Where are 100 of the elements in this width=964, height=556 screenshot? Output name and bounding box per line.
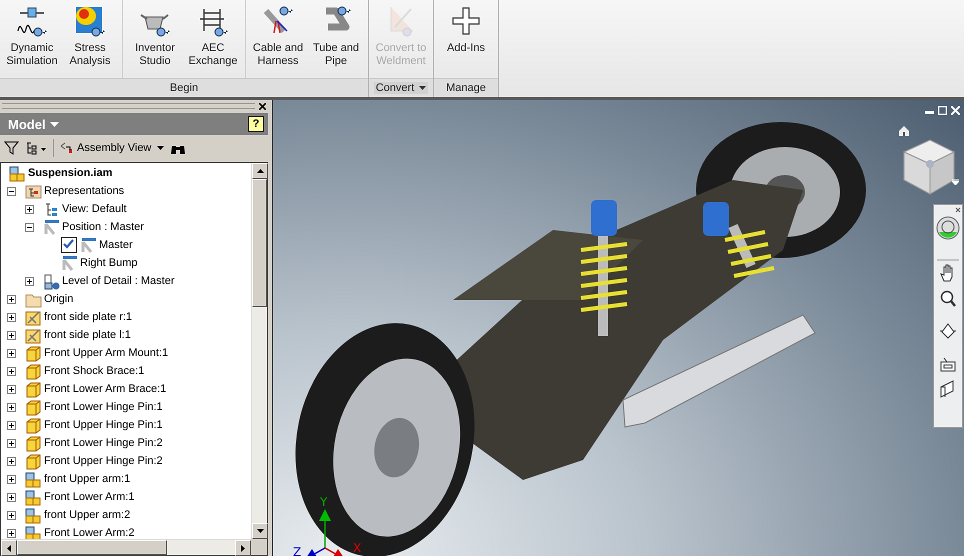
expand-button[interactable] bbox=[7, 366, 16, 376]
expand-button[interactable] bbox=[7, 420, 16, 430]
tree-item[interactable]: front side plate l:1 bbox=[44, 329, 131, 341]
group-menu[interactable]: Convert bbox=[374, 82, 428, 94]
minimize-icon[interactable] bbox=[925, 108, 934, 117]
shapes-icon bbox=[43, 272, 60, 290]
home-icon[interactable] bbox=[899, 126, 909, 136]
zoom-icon[interactable] bbox=[940, 290, 956, 307]
collapse-button[interactable] bbox=[7, 186, 16, 196]
expand-button[interactable] bbox=[7, 294, 16, 304]
tree-item[interactable]: Front Lower Hinge Pin:1 bbox=[44, 401, 163, 413]
expand-button[interactable] bbox=[7, 330, 16, 340]
tree-item[interactable]: front Upper arm:2 bbox=[44, 509, 130, 521]
tree-view-icon[interactable] bbox=[25, 141, 47, 155]
tree-item[interactable]: Master bbox=[99, 239, 133, 251]
caret-icon[interactable] bbox=[952, 179, 959, 185]
scroll-up-button[interactable] bbox=[252, 163, 268, 179]
scroll-right-button[interactable] bbox=[235, 540, 251, 556]
assembly-view-menu[interactable]: Assembly View bbox=[60, 142, 152, 154]
plus-icon bbox=[9, 350, 14, 356]
tree-item[interactable]: Origin bbox=[44, 293, 74, 305]
plus-icon bbox=[9, 404, 14, 410]
expand-button[interactable] bbox=[7, 456, 16, 466]
tree-item[interactable]: Front Lower Hinge Pin:2 bbox=[44, 437, 163, 449]
plus-icon bbox=[9, 458, 14, 464]
wave-icon bbox=[16, 5, 48, 37]
scrollbar[interactable] bbox=[1, 539, 251, 555]
orbit-icon[interactable] bbox=[939, 322, 957, 339]
plus-icon bbox=[9, 386, 14, 392]
sheet-part-icon bbox=[25, 308, 42, 326]
tree-item[interactable]: front Upper arm:1 bbox=[44, 473, 130, 485]
ribbon-button[interactable]: Dynamic Simulation bbox=[3, 0, 61, 78]
ribbon-button[interactable]: Inventor Studio bbox=[126, 0, 184, 78]
plus-icon bbox=[9, 530, 14, 536]
expand-button[interactable] bbox=[7, 492, 16, 502]
scroll-down-button[interactable] bbox=[252, 523, 268, 539]
expand-button[interactable] bbox=[7, 312, 16, 322]
tree-item[interactable]: Front Upper Hinge Pin:2 bbox=[44, 455, 163, 467]
minus-icon bbox=[27, 224, 32, 230]
filter-icon[interactable] bbox=[4, 141, 19, 155]
expand-button[interactable] bbox=[25, 204, 34, 214]
steering-wheel-icon[interactable] bbox=[936, 216, 960, 240]
flag-icon bbox=[43, 218, 60, 236]
tree-item[interactable]: Front Upper Arm Mount:1 bbox=[44, 347, 168, 359]
checkbox[interactable] bbox=[61, 237, 77, 253]
ribbon-button[interactable]: Add-Ins bbox=[437, 0, 495, 78]
expand-button[interactable] bbox=[7, 348, 16, 358]
expand-button[interactable] bbox=[7, 510, 16, 520]
scroll-left-button[interactable] bbox=[1, 540, 17, 556]
cube-icon bbox=[25, 380, 42, 398]
ribbon-button[interactable]: Tube and Pipe bbox=[307, 0, 365, 78]
tree-view-icon bbox=[43, 200, 60, 218]
help-button[interactable]: ? bbox=[248, 116, 264, 132]
expand-button[interactable] bbox=[7, 528, 16, 538]
ribbon-button[interactable]: Cable and Harness bbox=[249, 0, 307, 78]
close-icon[interactable] bbox=[259, 102, 266, 110]
ribbon-button[interactable]: AEC Exchange bbox=[184, 0, 242, 78]
arrow-down-icon bbox=[256, 529, 264, 533]
tree-item[interactable]: Position : Master bbox=[62, 221, 144, 233]
expand-button[interactable] bbox=[7, 474, 16, 484]
arrow-up-icon bbox=[256, 169, 264, 173]
plus-icon bbox=[9, 422, 14, 428]
model-menu[interactable]: Model bbox=[8, 116, 59, 132]
tree-item[interactable]: Right Bump bbox=[80, 257, 138, 269]
collapse-button[interactable] bbox=[25, 222, 34, 232]
scrollbar-thumb[interactable] bbox=[17, 540, 167, 555]
tree-item[interactable]: Front Lower Arm Brace:1 bbox=[44, 383, 166, 395]
look-at-icon[interactable] bbox=[939, 356, 957, 372]
plus-icon bbox=[9, 296, 14, 302]
cube-icon bbox=[25, 398, 42, 416]
tree-item[interactable]: Front Lower Arm:2 bbox=[44, 527, 134, 539]
expand-button[interactable] bbox=[7, 438, 16, 448]
ribbon-button[interactable]: Stress Analysis bbox=[61, 0, 119, 78]
group-label: Manage bbox=[445, 82, 487, 94]
expand-button[interactable] bbox=[25, 276, 34, 286]
plus-icon bbox=[9, 512, 14, 518]
axis-label: Y bbox=[320, 495, 328, 509]
expand-button[interactable] bbox=[7, 402, 16, 412]
restore-icon[interactable] bbox=[938, 106, 947, 115]
flag-icon bbox=[61, 254, 78, 272]
tree-item[interactable]: View: Default bbox=[62, 203, 127, 215]
tree-item[interactable]: Front Shock Brace:1 bbox=[44, 365, 144, 377]
cube-icon bbox=[25, 452, 42, 470]
tree-item[interactable]: Level of Detail : Master bbox=[62, 275, 174, 287]
caret-icon[interactable] bbox=[157, 146, 164, 150]
axis-label: X bbox=[353, 541, 362, 555]
expand-button[interactable] bbox=[7, 384, 16, 394]
tree-item[interactable]: Front Lower Arm:1 bbox=[44, 491, 134, 503]
scrollbar[interactable] bbox=[251, 163, 267, 539]
plus-icon bbox=[9, 494, 14, 500]
minus-icon bbox=[9, 188, 14, 194]
tree-item[interactable]: Front Upper Hinge Pin:1 bbox=[44, 419, 163, 431]
group-label: Begin bbox=[168, 82, 200, 94]
plus-icon bbox=[27, 278, 32, 284]
tree-item[interactable]: front side plate r:1 bbox=[44, 311, 132, 323]
tree-item[interactable]: Representations bbox=[44, 185, 124, 197]
cube-icon bbox=[25, 416, 42, 434]
tree-item[interactable]: Suspension.iam bbox=[28, 167, 112, 179]
scrollbar-thumb[interactable] bbox=[252, 179, 267, 307]
cube-icon bbox=[25, 362, 42, 380]
